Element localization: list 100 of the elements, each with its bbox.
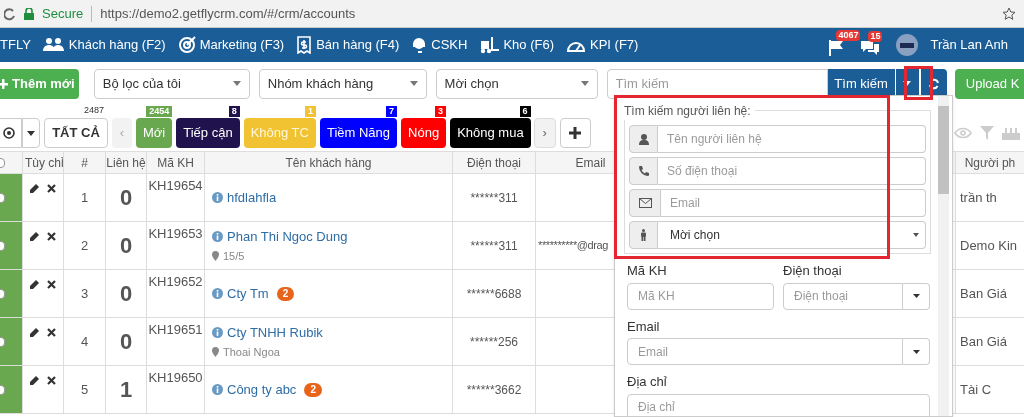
column-header: Mã KH [157,154,194,172]
all-tab[interactable]: TẤT CẢ [44,118,108,148]
field-label: Điện thoại [783,262,843,280]
filter-select[interactable]: Mời chọn [435,68,598,99]
status-tab[interactable]: Nóng [401,118,447,148]
nav-menu-item[interactable]: Bán hàng (F4) [296,35,400,55]
text-field[interactable]: Địa chỉ [627,393,930,417]
info-icon[interactable] [212,288,223,299]
brand-label: TFLY [0,36,31,55]
address-bar-url[interactable]: https://demo2.getflycrm.com/#/crm/accounts [100,3,994,24]
field-label: Email [627,317,661,336]
info-icon[interactable] [212,384,223,395]
owner-name: Demo Kin [960,236,1018,255]
field-label: Mã KH [627,262,668,280]
status-tab[interactable]: Không mua [450,118,531,148]
tab-count: 2487 [83,104,104,117]
owner-name: Ban Giá [960,332,1007,351]
edit-icon[interactable] [29,184,39,194]
info-icon[interactable] [212,327,223,339]
status-tab[interactable]: Tiềm Năng [319,118,398,148]
tab-count: 1 [304,106,316,117]
caret-icon [232,81,241,86]
lock-icon [24,7,34,20]
customer-name-link[interactable]: hfdlahfla [227,187,277,208]
nav-menu-item[interactable]: Marketing (F3) [177,35,285,55]
filter-select[interactable]: Nhóm khách hàng [258,68,427,99]
nav-menu-item[interactable]: KPI (F7) [566,35,639,55]
delete-icon[interactable] [47,280,56,289]
row-number: 4 [80,332,89,351]
text-field[interactable]: Mã KH [627,282,774,310]
edit-icon[interactable] [29,328,39,338]
delete-icon[interactable] [47,232,56,241]
target-icon [177,36,196,54]
tab-count: 2454 [146,106,173,117]
phone-number: ******3662 [466,381,522,399]
select-caret-button[interactable] [22,118,40,148]
fieldset-legend: Tìm kiếm người liên hệ: [624,102,755,120]
refresh-icon [928,77,941,90]
customer-code: KH19651 [148,322,203,337]
caret-icon [580,81,589,86]
edit-icon[interactable] [29,280,39,290]
user-name[interactable]: Trần Lan Anh [930,35,1008,55]
field-label: Địa chỉ [627,373,668,391]
combo-field[interactable]: Điện thoại [783,282,903,310]
select-mode-button[interactable] [0,118,22,148]
phone-icon [638,166,649,176]
customer-name-link[interactable]: Phan Thi Ngoc Dung [227,227,348,247]
dropdown-button[interactable] [903,282,930,310]
contact-search-field[interactable]: Số điện thoại [658,157,926,185]
dropdown-button[interactable] [903,338,930,365]
phone-number: ******311 [470,189,518,207]
customer-code: KH19652 [148,274,203,289]
edit-icon[interactable] [29,232,39,242]
customer-name-link[interactable]: Cty TNHH Rubik [227,323,323,343]
avatar-icon[interactable] [896,34,919,56]
delete-icon[interactable] [47,376,56,385]
owner-name: Tài C [960,380,992,399]
edit-icon[interactable] [29,376,39,386]
customer-location: Thoai Ngoa [223,344,280,360]
caret-icon [27,130,35,136]
tab-count: 6 [519,106,531,117]
customer-location: 15/5 [223,248,245,264]
info-icon[interactable] [212,231,223,243]
star-icon[interactable] [1002,6,1016,21]
scrollbar-thumb[interactable] [938,106,949,194]
info-icon[interactable] [212,192,223,203]
notification-button[interactable] [860,38,881,56]
nav-menu-item[interactable]: CSKH [411,35,468,55]
contact-count: 0 [119,280,133,308]
tab-count: 3 [435,106,447,117]
notification-count: 15 [868,30,883,42]
customer-code: KH19653 [148,226,203,241]
caret-icon [912,349,920,354]
row-number: 2 [80,236,89,255]
gender-select[interactable]: Mời chọn [658,221,926,249]
contact-search-field[interactable]: Tên người liên hệ [658,125,926,153]
combo-field[interactable]: Email [627,338,903,365]
contact-count: 0 [119,232,133,260]
receipt-icon [296,36,313,54]
contact-search-field[interactable]: Email [661,189,926,217]
delete-icon[interactable] [47,328,56,337]
scroll-right-button[interactable]: › [533,118,556,148]
customer-name-link[interactable]: Công ty abc [227,379,297,400]
reload-icon[interactable] [4,6,16,21]
phone-number: ******256 [469,333,518,351]
location-pin-icon [212,346,219,357]
caret-icon [912,294,920,298]
nav-menu-item[interactable]: Khách hàng (F2) [42,35,166,55]
caret-icon [913,233,919,237]
column-header: # [81,154,88,172]
nav-menu-item[interactable]: Kho (F6) [479,35,554,55]
status-tab[interactable]: Tiếp cận [176,118,240,148]
filter-select[interactable]: Bộ lọc của tôi [93,68,250,99]
add-tab-button[interactable] [559,118,591,148]
customer-name-link[interactable]: Cty Tm [227,283,269,304]
notification-button[interactable] [828,38,845,56]
contact-count: 1 [119,376,133,404]
owner-name: trần th [960,188,997,207]
forklift-icon [479,36,500,54]
delete-icon[interactable] [47,184,56,193]
